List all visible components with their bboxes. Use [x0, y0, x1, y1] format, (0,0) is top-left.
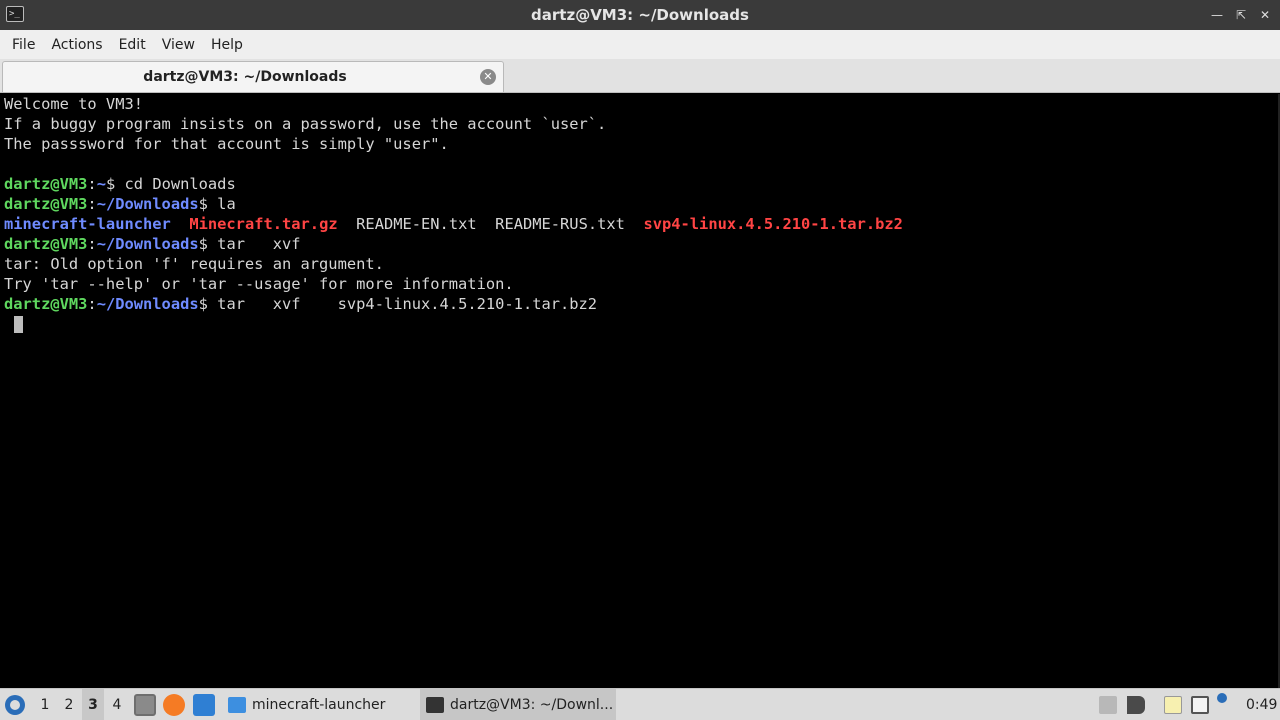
title-bar: >_ dartz@VM3: ~/Downloads — ⇱ ✕: [0, 0, 1280, 30]
menu-actions[interactable]: Actions: [43, 37, 110, 53]
network-icon[interactable]: [1191, 696, 1209, 714]
tab-close-icon[interactable]: ✕: [480, 69, 496, 85]
prompt-user: dartz@VM3: [4, 295, 88, 313]
workspace-1[interactable]: 1: [34, 689, 56, 720]
menu-view[interactable]: View: [154, 37, 203, 53]
prompt-line: dartz@VM3:~/Downloads$ tar xvf svp4-linu…: [4, 295, 598, 313]
prompt-path: ~: [96, 175, 106, 193]
menu-bar: File Actions Edit View Help: [0, 30, 1280, 59]
workspace-2[interactable]: 2: [58, 689, 80, 720]
directory-entry: minecraft-launcher: [4, 215, 171, 233]
task-terminal[interactable]: dartz@VM3: ~/Downl...: [420, 689, 616, 720]
update-notifier-icon[interactable]: [1217, 693, 1227, 703]
tab-label: dartz@VM3: ~/Downloads: [143, 69, 347, 85]
firefox-icon[interactable]: [163, 694, 185, 716]
cursor-line: [4, 314, 1280, 334]
prompt-path: ~/Downloads: [96, 195, 199, 213]
prompt-user: dartz@VM3: [4, 195, 88, 213]
archive-entry: Minecraft.tar.gz: [189, 215, 338, 233]
desktop-icon[interactable]: [193, 694, 215, 716]
text-cursor: [14, 316, 23, 333]
error-line: tar: Old option 'f' requires an argument…: [4, 255, 384, 273]
workspace-3[interactable]: 3: [82, 689, 104, 720]
window-title: dartz@VM3: ~/Downloads: [531, 6, 749, 24]
error-line: Try 'tar --help' or 'tar --usage' for mo…: [4, 275, 514, 293]
command-text: tar xvf svp4-linux.4.5.210-1.tar.bz2: [207, 295, 598, 313]
task-label: minecraft-launcher: [252, 697, 386, 713]
motd-line: Welcome to VM3!: [4, 95, 143, 113]
window-controls: — ⇱ ✕: [1210, 0, 1272, 30]
taskbar: 1 2 3 4 minecraft-launcher dartz@VM3: ~/…: [0, 688, 1280, 720]
minimize-icon[interactable]: —: [1210, 8, 1224, 22]
file-entry: README-EN.txt: [356, 215, 477, 233]
command-text: tar xvf: [207, 235, 301, 253]
prompt-path: ~/Downloads: [96, 235, 199, 253]
motd-line: If a buggy program insists on a password…: [4, 115, 607, 133]
clock[interactable]: 0:49: [1246, 689, 1277, 720]
motd-line: The passsword for that account is simply…: [4, 135, 449, 153]
tab-bar: dartz@VM3: ~/Downloads ✕: [0, 59, 1280, 93]
workspace-4[interactable]: 4: [106, 689, 128, 720]
ls-output-line: minecraft-launcher Minecraft.tar.gz READ…: [4, 214, 1280, 234]
menu-file[interactable]: File: [4, 37, 43, 53]
terminal-tab[interactable]: dartz@VM3: ~/Downloads ✕: [2, 61, 504, 92]
prompt-line: dartz@VM3:~$ cd Downloads: [4, 175, 236, 193]
archive-entry: svp4-linux.4.5.210-1.tar.bz2: [643, 215, 903, 233]
maximize-icon[interactable]: ⇱: [1234, 8, 1248, 22]
command-text: cd Downloads: [115, 175, 236, 193]
terminal-output[interactable]: Welcome to VM3! If a buggy program insis…: [0, 94, 1280, 688]
prompt-user: dartz@VM3: [4, 235, 88, 253]
prompt-line: dartz@VM3:~/Downloads$ tar xvf: [4, 235, 301, 253]
prompt-line: dartz@VM3:~/Downloads$ la: [4, 195, 236, 213]
eject-icon[interactable]: [1099, 696, 1117, 714]
terminal-icon: [426, 697, 444, 713]
file-entry: README-RUS.txt: [495, 215, 625, 233]
task-label: dartz@VM3: ~/Downl...: [450, 697, 614, 713]
prompt-path: ~/Downloads: [96, 295, 199, 313]
task-minecraft-launcher[interactable]: minecraft-launcher: [222, 689, 418, 720]
volume-icon[interactable]: [1127, 696, 1145, 714]
menu-edit[interactable]: Edit: [111, 37, 154, 53]
command-text: la: [207, 195, 236, 213]
prompt-user: dartz@VM3: [4, 175, 88, 193]
menu-help[interactable]: Help: [203, 37, 251, 53]
folder-icon: [228, 697, 246, 713]
close-icon[interactable]: ✕: [1258, 8, 1272, 22]
file-manager-icon[interactable]: [134, 694, 156, 716]
clipboard-icon[interactable]: [1164, 696, 1182, 714]
start-menu-icon[interactable]: [4, 689, 26, 720]
